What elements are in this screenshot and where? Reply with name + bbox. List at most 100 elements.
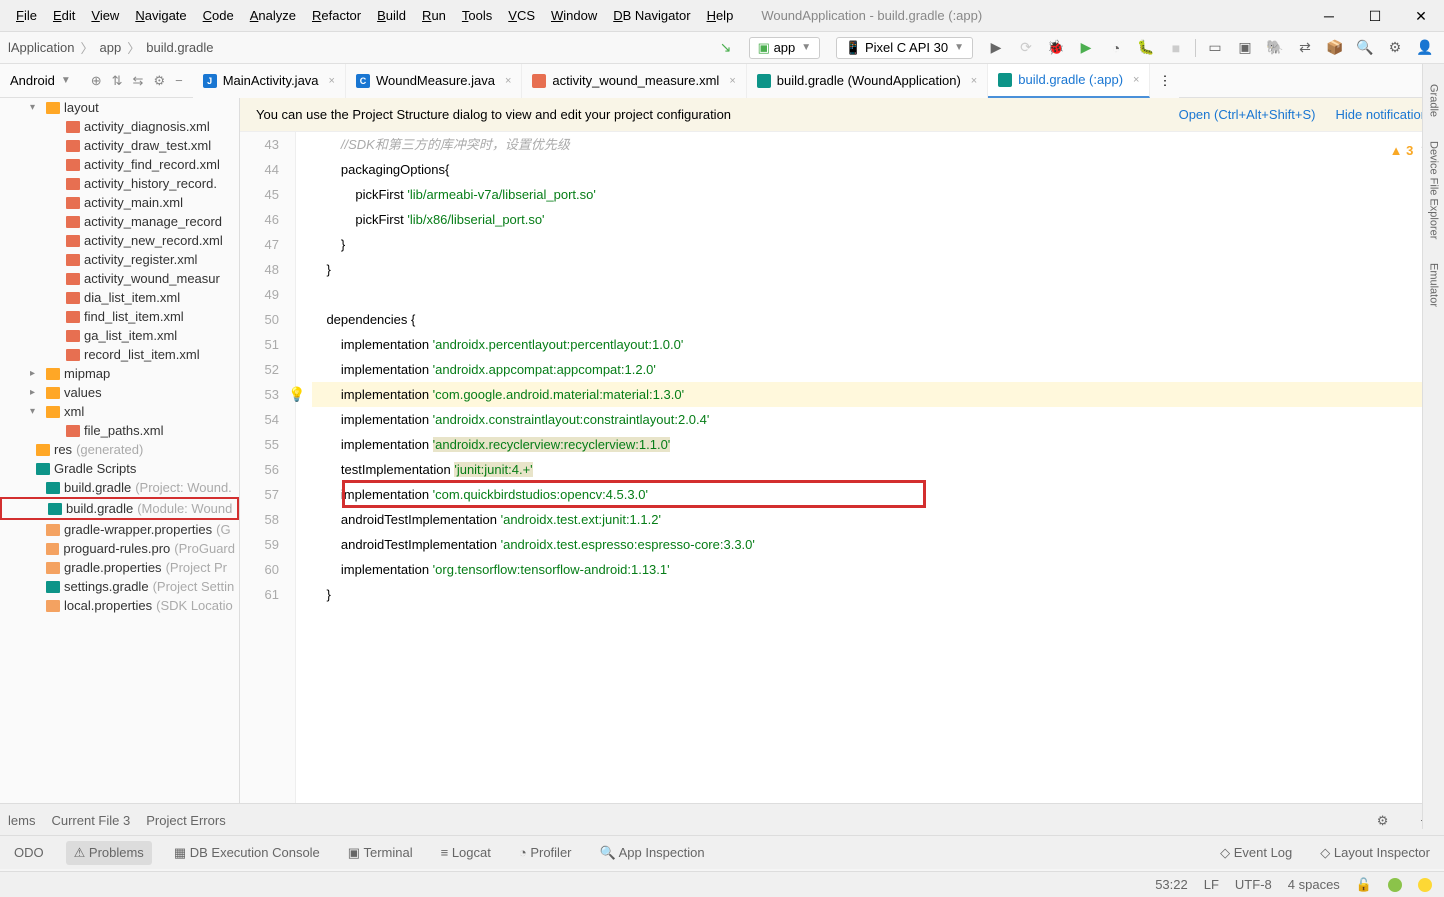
tab-activity-wound-measure-xml[interactable]: activity_wound_measure.xml× bbox=[522, 64, 746, 98]
project-errors-tab[interactable]: Project Errors bbox=[146, 813, 225, 828]
menu-db-navigator[interactable]: DB Navigator bbox=[605, 4, 698, 27]
menu-navigate[interactable]: Navigate bbox=[127, 4, 194, 27]
code-line[interactable]: 💡 implementation 'com.google.android.mat… bbox=[312, 382, 1444, 407]
project-tree[interactable]: ▾layoutactivity_diagnosis.xmlactivity_dr… bbox=[0, 98, 240, 863]
tree-item-activity-draw-test-xml[interactable]: activity_draw_test.xml bbox=[0, 136, 239, 155]
tree-item-layout[interactable]: ▾layout bbox=[0, 98, 239, 117]
tree-item-xml[interactable]: ▾xml bbox=[0, 402, 239, 421]
code-line[interactable]: } bbox=[312, 582, 1444, 607]
coverage-icon[interactable]: ▶ bbox=[1075, 37, 1097, 59]
tree-item-ga-list-item-xml[interactable]: ga_list_item.xml bbox=[0, 326, 239, 345]
breadcrumb-segment[interactable]: build.gradle bbox=[146, 40, 213, 55]
menu-window[interactable]: Window bbox=[543, 4, 605, 27]
lock-icon[interactable]: 🔓 bbox=[1356, 877, 1372, 893]
settings-icon[interactable]: ⚙ bbox=[1384, 37, 1406, 59]
tree-item-activity-register-xml[interactable]: activity_register.xml bbox=[0, 250, 239, 269]
menu-edit[interactable]: Edit bbox=[45, 4, 83, 27]
breadcrumb[interactable]: lApplication〉 app〉 build.gradle bbox=[8, 38, 715, 57]
tab-mainactivity-java[interactable]: JMainActivity.java× bbox=[193, 64, 346, 98]
tree-item-file-paths-xml[interactable]: file_paths.xml bbox=[0, 421, 239, 440]
collapse-icon[interactable]: − bbox=[175, 73, 183, 89]
code-line[interactable]: implementation 'androidx.recyclerview:re… bbox=[312, 432, 1444, 457]
code-line[interactable]: implementation 'androidx.appcompat:appco… bbox=[312, 357, 1444, 382]
code-line[interactable]: implementation 'androidx.constraintlayou… bbox=[312, 407, 1444, 432]
code-line[interactable]: } bbox=[312, 232, 1444, 257]
code-area[interactable]: ▲ 3 ˆˇ //SDK和第三方的库冲突时，设置优先级 packagingOpt… bbox=[296, 132, 1444, 835]
tree-item-local-properties[interactable]: local.properties (SDK Locatio bbox=[0, 596, 239, 615]
tree-item-activity-new-record-xml[interactable]: activity_new_record.xml bbox=[0, 231, 239, 250]
device-combo[interactable]: 📱 Pixel C API 30▼ bbox=[836, 37, 973, 59]
problems-settings-icon[interactable]: ⚙ bbox=[1377, 813, 1389, 829]
hammer-icon[interactable]: ↘ bbox=[715, 37, 737, 59]
tree-item-gradle-properties[interactable]: gradle.properties (Project Pr bbox=[0, 558, 239, 577]
rail-device-file-explorer[interactable]: Device File Explorer bbox=[1428, 141, 1440, 239]
tree-item-activity-diagnosis-xml[interactable]: activity_diagnosis.xml bbox=[0, 117, 239, 136]
code-line[interactable]: pickFirst 'lib/x86/libserial_port.so' bbox=[312, 207, 1444, 232]
maximize-button[interactable]: ☐ bbox=[1352, 0, 1398, 32]
open-structure-link[interactable]: Open (Ctrl+Alt+Shift+S) bbox=[1179, 107, 1316, 122]
tab-woundmeasure-java[interactable]: CWoundMeasure.java× bbox=[346, 64, 522, 98]
gear-icon[interactable]: ⚙ bbox=[153, 73, 165, 89]
menu-code[interactable]: Code bbox=[195, 4, 242, 27]
code-line[interactable]: } bbox=[312, 257, 1444, 282]
apply-changes-icon[interactable]: ⟳ bbox=[1015, 37, 1037, 59]
tree-item-res[interactable]: res (generated) bbox=[0, 440, 239, 459]
minimize-button[interactable]: ─ bbox=[1306, 0, 1352, 32]
debug-icon[interactable]: 🐞 bbox=[1045, 37, 1067, 59]
target-icon[interactable]: ⊕ bbox=[91, 73, 102, 89]
close-tab-icon[interactable]: × bbox=[1133, 74, 1139, 86]
tree-item-activity-main-xml[interactable]: activity_main.xml bbox=[0, 193, 239, 212]
code-line[interactable]: pickFirst 'lib/armeabi-v7a/libserial_por… bbox=[312, 182, 1444, 207]
tree-item-gradle-scripts[interactable]: Gradle Scripts bbox=[0, 459, 239, 478]
menu-analyze[interactable]: Analyze bbox=[242, 4, 304, 27]
chevron-icon[interactable]: ▸ bbox=[30, 387, 42, 398]
stop-icon[interactable]: ■ bbox=[1165, 37, 1187, 59]
menu-run[interactable]: Run bbox=[414, 4, 454, 27]
code-line[interactable]: implementation 'org.tensorflow:tensorflo… bbox=[312, 557, 1444, 582]
menu-help[interactable]: Help bbox=[699, 4, 742, 27]
tree-item-build-gradle[interactable]: build.gradle (Module: Wound bbox=[0, 497, 239, 520]
run-config-combo[interactable]: ▣ app▼ bbox=[749, 37, 821, 59]
tree-item-activity-find-record-xml[interactable]: activity_find_record.xml bbox=[0, 155, 239, 174]
tree-item-dia-list-item-xml[interactable]: dia_list_item.xml bbox=[0, 288, 239, 307]
tree-item-build-gradle[interactable]: build.gradle (Project: Wound. bbox=[0, 478, 239, 497]
tree-item-activity-history-record-[interactable]: activity_history_record. bbox=[0, 174, 239, 193]
tool-problems[interactable]: ⚠ Problems bbox=[66, 841, 152, 865]
attach-icon[interactable]: 🐛 bbox=[1135, 37, 1157, 59]
sync-icon[interactable]: 🐘 bbox=[1264, 37, 1286, 59]
profile-icon[interactable]: ◔ bbox=[1105, 37, 1127, 59]
find-icon[interactable]: 🔍 bbox=[1354, 37, 1376, 59]
code-line[interactable]: dependencies { bbox=[312, 307, 1444, 332]
menu-build[interactable]: Build bbox=[369, 4, 414, 27]
breadcrumb-segment[interactable]: lApplication bbox=[8, 40, 75, 55]
tool-odo[interactable]: ODO bbox=[8, 845, 50, 860]
tree-item-proguard-rules-pro[interactable]: proguard-rules.pro (ProGuard bbox=[0, 539, 239, 558]
rail-gradle[interactable]: Gradle bbox=[1428, 84, 1440, 117]
avd-icon[interactable]: ▭ bbox=[1204, 37, 1226, 59]
sdk-icon[interactable]: ▣ bbox=[1234, 37, 1256, 59]
tool-profiler[interactable]: ◔ Profiler bbox=[513, 845, 578, 860]
code-line[interactable]: testImplementation 'junit:junit:4.+' bbox=[312, 457, 1444, 482]
code-line[interactable] bbox=[312, 282, 1444, 307]
code-line[interactable]: androidTestImplementation 'androidx.test… bbox=[312, 507, 1444, 532]
box-icon[interactable]: 📦 bbox=[1324, 37, 1346, 59]
rail-emulator[interactable]: Emulator bbox=[1428, 263, 1440, 307]
cursor-position[interactable]: 53:22 bbox=[1155, 877, 1188, 892]
chevron-icon[interactable]: ▾ bbox=[30, 406, 42, 417]
problems-tab-cut[interactable]: lems bbox=[8, 813, 35, 828]
code-line[interactable]: packagingOptions{ bbox=[312, 157, 1444, 182]
status-green-icon[interactable] bbox=[1388, 878, 1402, 892]
tool-event-log[interactable]: ◇ Event Log bbox=[1214, 845, 1298, 861]
menu-tools[interactable]: Tools bbox=[454, 4, 500, 27]
menu-refactor[interactable]: Refactor bbox=[304, 4, 369, 27]
code-line[interactable]: implementation 'com.quickbirdstudios:ope… bbox=[312, 482, 1444, 507]
tool-db-execution-console[interactable]: ▦ DB Execution Console bbox=[168, 845, 326, 861]
tree-item-activity-wound-measur[interactable]: activity_wound_measur bbox=[0, 269, 239, 288]
menu-file[interactable]: File bbox=[8, 4, 45, 27]
tree-item-find-list-item-xml[interactable]: find_list_item.xml bbox=[0, 307, 239, 326]
menu-vcs[interactable]: VCS bbox=[500, 4, 543, 27]
tree-item-activity-manage-record[interactable]: activity_manage_record bbox=[0, 212, 239, 231]
encoding[interactable]: UTF-8 bbox=[1235, 877, 1272, 892]
chevron-icon[interactable]: ▾ bbox=[30, 102, 42, 113]
indent[interactable]: 4 spaces bbox=[1288, 877, 1340, 892]
